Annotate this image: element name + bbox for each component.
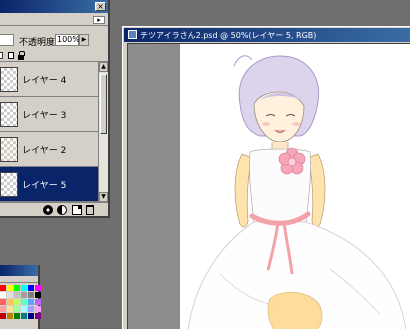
trash-icon[interactable]	[86, 205, 94, 215]
lock-transparency-icon[interactable]	[0, 52, 3, 59]
document-title: チツアイラさん2.psd @ 50%(レイヤー 5, RGB)	[140, 31, 317, 40]
add-layer-mask-icon[interactable]	[43, 205, 53, 215]
layers-palette-titlebar[interactable]: ×	[0, 0, 108, 13]
color-swatch[interactable]	[14, 306, 20, 312]
layer-name: レイヤー 3	[22, 111, 67, 121]
color-swatch[interactable]	[35, 313, 41, 319]
layer-list: レイヤー 4 レイヤー 3 レイヤー 2 レイヤー 5	[0, 62, 98, 202]
color-swatch[interactable]	[21, 285, 27, 291]
color-swatch[interactable]	[35, 299, 41, 305]
layer-row-3[interactable]: レイヤー 3	[0, 97, 98, 132]
color-swatch[interactable]	[21, 292, 27, 298]
lock-all-icon[interactable]	[18, 51, 25, 60]
color-swatch[interactable]	[0, 306, 6, 312]
color-swatch[interactable]	[0, 299, 6, 305]
color-swatch[interactable]	[35, 292, 41, 298]
document-window: チツアイラさん2.psd @ 50%(レイヤー 5, RGB)	[122, 26, 410, 329]
layer-row-2[interactable]: レイヤー 2	[0, 132, 98, 167]
color-swatch[interactable]	[21, 306, 27, 312]
color-swatch[interactable]	[7, 306, 13, 312]
layer-thumbnail	[0, 67, 18, 92]
layer-row-5[interactable]: レイヤー 5	[0, 167, 98, 202]
layer-scrollbar[interactable]: ▲ ▼	[98, 62, 108, 202]
layer-thumbnail	[0, 172, 18, 197]
color-swatch[interactable]	[21, 299, 27, 305]
swatches-tabs	[0, 276, 38, 283]
color-swatch[interactable]	[7, 313, 13, 319]
layer-name: レイヤー 5	[22, 181, 67, 191]
color-swatch[interactable]	[14, 299, 20, 305]
opacity-input[interactable]: 100%	[55, 34, 80, 46]
new-layer-icon[interactable]	[72, 205, 82, 215]
layer-thumbnail	[0, 102, 18, 127]
color-swatch[interactable]	[14, 313, 20, 319]
color-swatch[interactable]	[28, 285, 34, 291]
canvas-area[interactable]	[127, 43, 410, 329]
layers-palette: × ▸ 不透明度: 100% ▶ レイヤー 4 レイヤー 3 レイヤー 2 レイ…	[0, 0, 110, 218]
color-swatch[interactable]	[28, 292, 34, 298]
color-swatch[interactable]	[0, 313, 6, 319]
adjustment-layer-icon[interactable]	[57, 205, 67, 215]
color-swatch[interactable]	[35, 285, 41, 291]
layers-palette-tabs: ▸	[0, 14, 108, 26]
color-swatch[interactable]	[35, 306, 41, 312]
color-swatch[interactable]	[21, 313, 27, 319]
scrollbar-thumb[interactable]	[100, 74, 107, 134]
scroll-down-icon[interactable]: ▼	[99, 192, 108, 202]
color-swatch[interactable]	[0, 292, 6, 298]
color-swatch[interactable]	[14, 292, 20, 298]
color-swatch[interactable]	[7, 299, 13, 305]
layer-name: レイヤー 2	[22, 146, 67, 156]
swatches-palette	[0, 265, 41, 329]
color-swatch[interactable]	[28, 306, 34, 312]
scroll-up-icon[interactable]: ▲	[99, 62, 108, 72]
color-swatch[interactable]	[7, 292, 13, 298]
layer-thumbnail	[0, 137, 18, 162]
lock-row	[0, 50, 108, 62]
swatches-titlebar[interactable]	[0, 265, 38, 276]
lock-image-icon[interactable]	[8, 52, 14, 59]
color-swatch[interactable]	[28, 299, 34, 305]
color-swatch[interactable]	[14, 285, 20, 291]
opacity-label: 不透明度:	[19, 38, 59, 48]
close-icon[interactable]: ×	[95, 2, 106, 11]
palette-menu-arrow-icon[interactable]: ▸	[93, 16, 105, 24]
layer-row-4[interactable]: レイヤー 4	[0, 62, 98, 97]
swatch-grid	[0, 285, 41, 319]
drawing-canvas[interactable]	[180, 44, 410, 329]
document-titlebar[interactable]: チツアイラさん2.psd @ 50%(レイヤー 5, RGB)	[124, 28, 410, 42]
color-swatch[interactable]	[28, 313, 34, 319]
layer-name: レイヤー 4	[22, 76, 67, 86]
blend-mode-select[interactable]	[0, 34, 14, 46]
document-icon	[128, 30, 137, 39]
color-swatch[interactable]	[0, 285, 6, 291]
layers-footer	[0, 202, 108, 216]
artwork-sketch	[187, 55, 407, 329]
color-swatch[interactable]	[7, 285, 13, 291]
opacity-dropdown-icon[interactable]: ▶	[79, 34, 89, 46]
opacity-row: 不透明度: 100% ▶	[0, 28, 108, 50]
